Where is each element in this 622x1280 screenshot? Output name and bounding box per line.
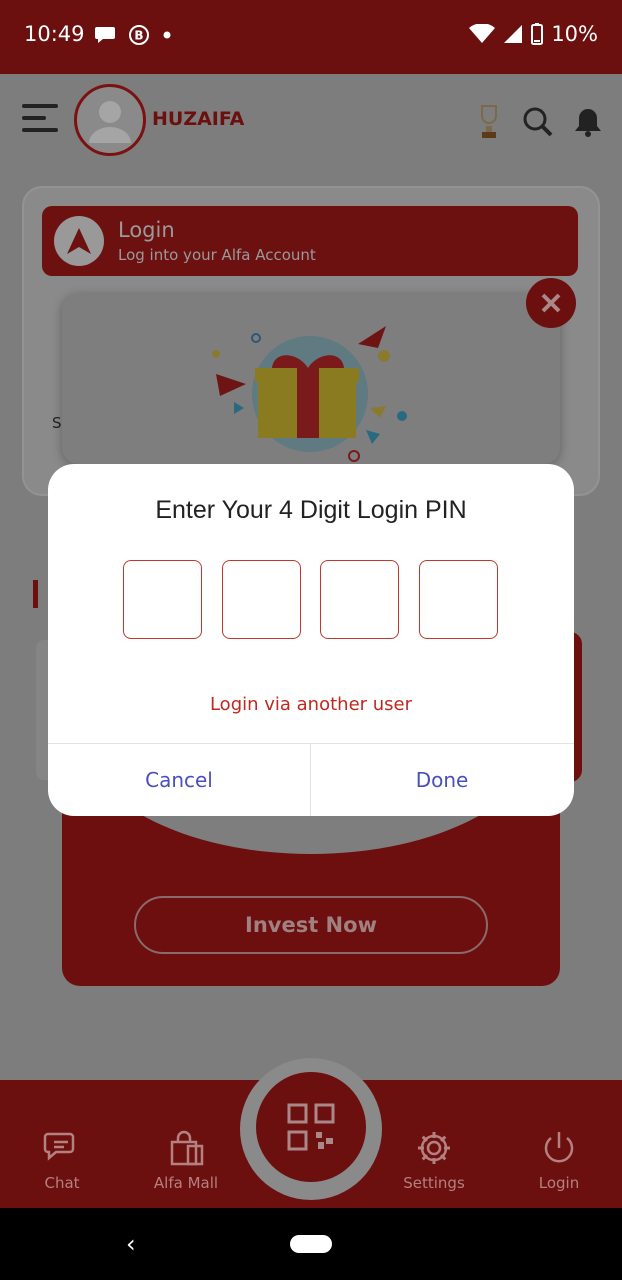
wifi-icon <box>469 24 496 43</box>
close-button[interactable] <box>526 278 576 328</box>
close-icon <box>541 293 561 313</box>
status-bar: 10:49 B 10% <box>0 0 622 74</box>
pin-input-3[interactable] <box>320 560 399 639</box>
pin-input-1[interactable] <box>123 560 202 639</box>
app-header: HUZAIFA <box>0 74 622 164</box>
battery-icon <box>531 23 544 45</box>
trophy-icon[interactable] <box>476 104 502 140</box>
dot-icon <box>163 31 171 39</box>
bell-icon[interactable] <box>574 106 602 138</box>
svg-text:B: B <box>134 29 143 43</box>
pin-dialog: Enter Your 4 Digit Login PIN Login via a… <box>48 464 574 816</box>
menu-icon[interactable] <box>22 104 58 134</box>
system-nav-bar: ‹ <box>0 1208 622 1280</box>
login-strip[interactable]: Login Log into your Alfa Account <box>42 206 578 276</box>
alfa-logo-icon <box>54 216 104 266</box>
invest-now-button[interactable]: Invest Now <box>134 896 488 954</box>
power-icon <box>544 1132 574 1163</box>
qr-scan-button[interactable] <box>256 1072 366 1182</box>
gift-icon <box>212 326 407 462</box>
b-notification-icon: B <box>129 25 149 45</box>
chat-notification-icon <box>95 27 115 43</box>
pin-input-4[interactable] <box>419 560 498 639</box>
nav-login[interactable]: Login <box>509 1128 609 1192</box>
login-strip-title: Login <box>118 218 175 242</box>
shopping-bag-icon <box>170 1130 204 1166</box>
cancel-button[interactable]: Cancel <box>48 744 310 816</box>
chat-icon <box>43 1132 75 1161</box>
qr-code-icon <box>287 1103 335 1151</box>
dialog-title: Enter Your 4 Digit Login PIN <box>155 496 467 524</box>
home-pill[interactable] <box>290 1235 332 1253</box>
done-button[interactable]: Done <box>311 744 573 816</box>
battery-percent: 10% <box>551 22 598 46</box>
gift-panel <box>62 294 560 464</box>
username: HUZAIFA <box>152 108 245 130</box>
partial-text: S <box>52 414 62 432</box>
status-time: 10:49 <box>24 22 85 46</box>
avatar[interactable] <box>74 84 146 156</box>
nav-settings[interactable]: Settings <box>384 1128 484 1192</box>
section-marker <box>33 580 38 608</box>
pin-input-2[interactable] <box>222 560 301 639</box>
nav-chat[interactable]: Chat <box>12 1128 112 1192</box>
search-icon[interactable] <box>522 106 554 138</box>
signal-icon <box>504 25 523 43</box>
gear-icon <box>418 1132 450 1164</box>
nav-alfa-mall[interactable]: Alfa Mall <box>136 1128 236 1192</box>
login-another-user-link[interactable]: Login via another user <box>48 694 574 715</box>
login-strip-subtitle: Log into your Alfa Account <box>118 246 316 264</box>
back-icon[interactable]: ‹ <box>126 1230 136 1258</box>
